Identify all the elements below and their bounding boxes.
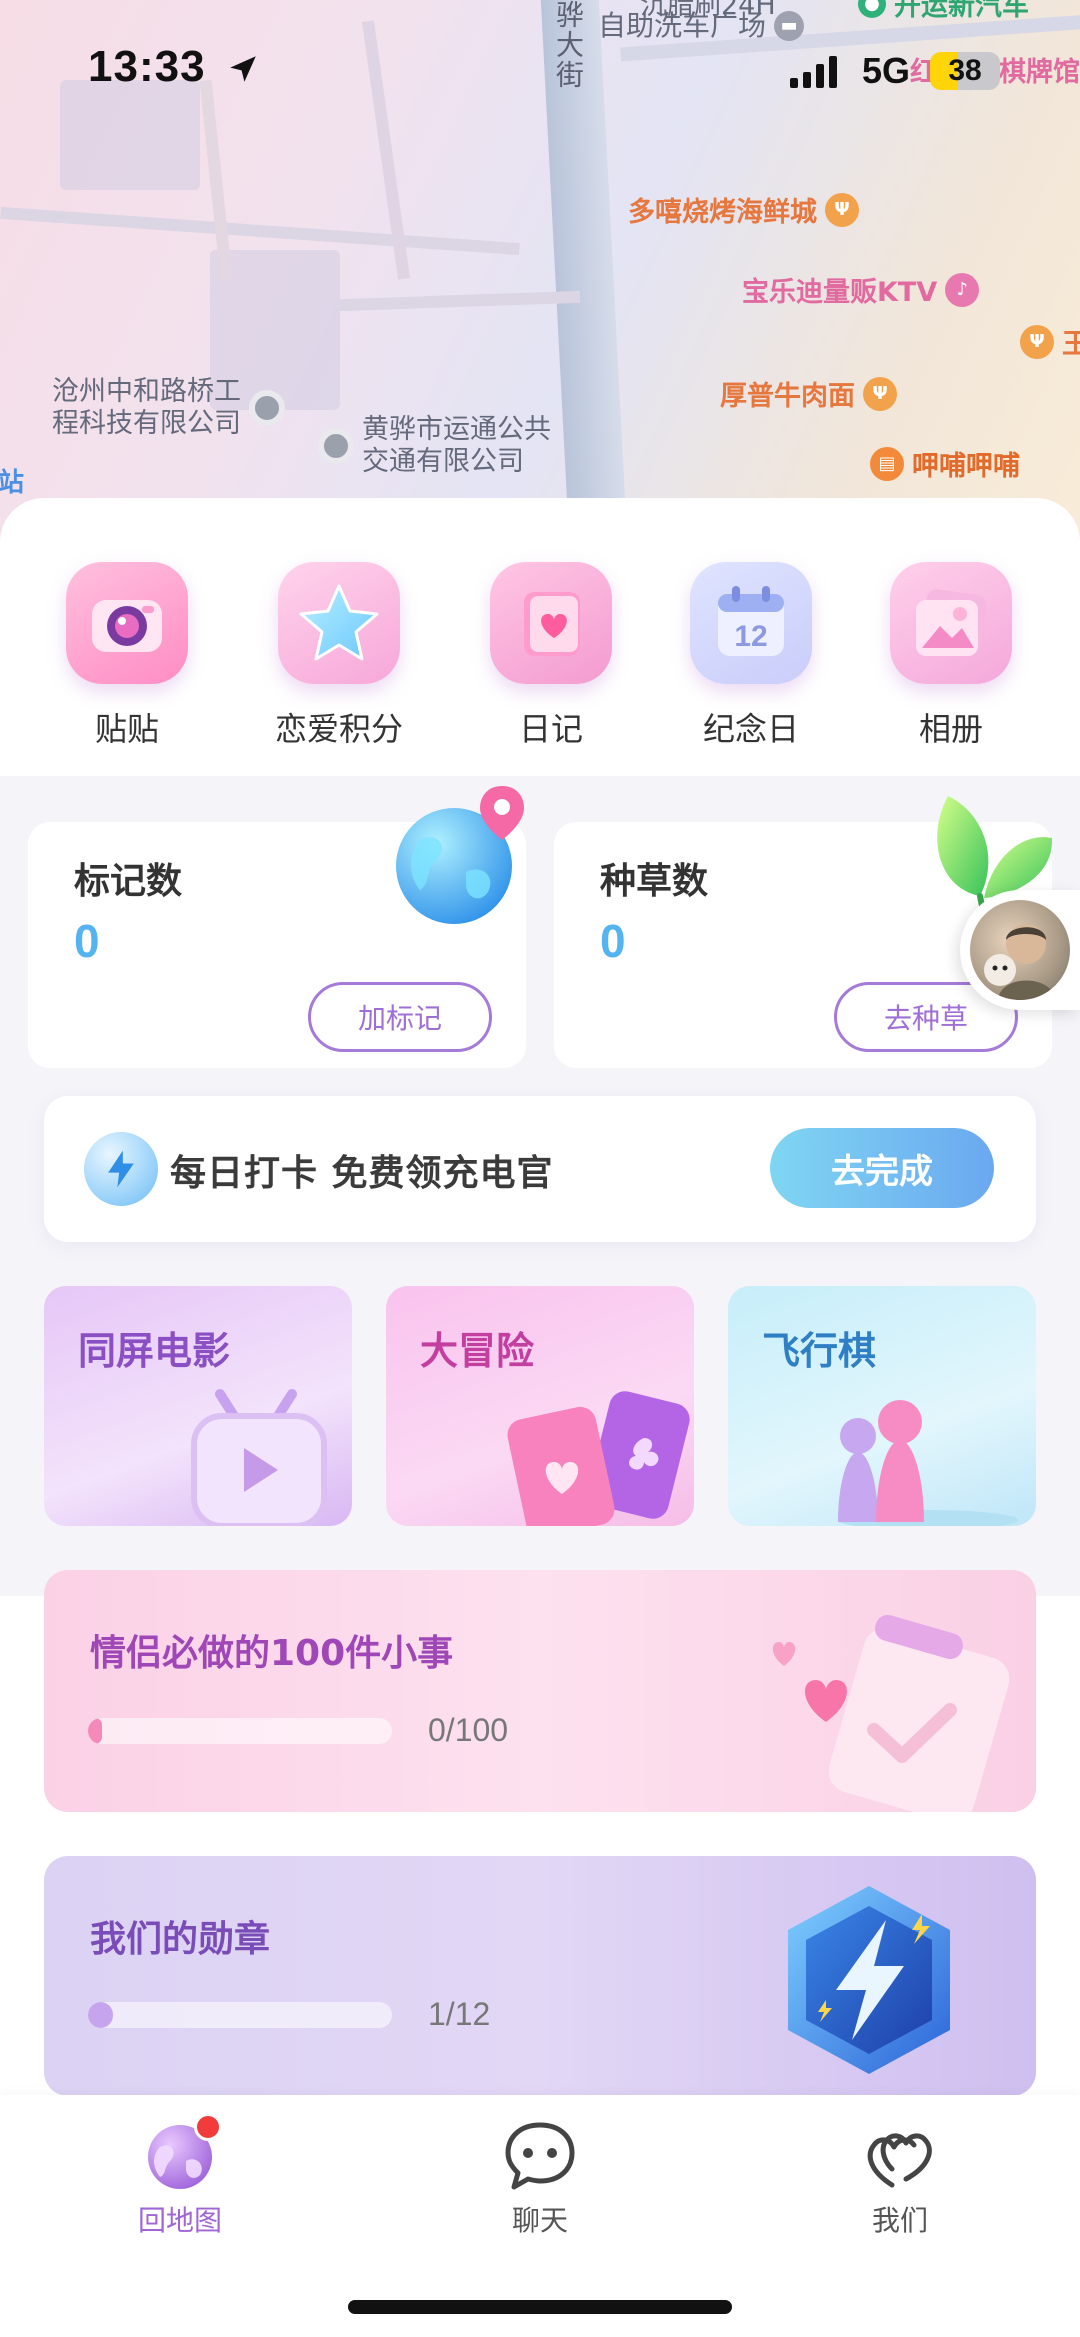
quick-action-album[interactable]: 相册 bbox=[861, 562, 1041, 750]
cards-icon bbox=[507, 1391, 690, 1526]
plants-count: 0 bbox=[600, 915, 626, 967]
tab-us[interactable]: 我们 bbox=[800, 2117, 1000, 2239]
game-title: 飞行棋 bbox=[762, 1329, 877, 1373]
medals-progress-fill bbox=[88, 2002, 114, 2028]
quick-action-tietie[interactable]: 贴贴 bbox=[37, 562, 217, 750]
cellular-signal-icon bbox=[790, 54, 837, 88]
poi-label: 黄骅市运通公共 bbox=[362, 414, 551, 445]
microphone-icon: ♪ bbox=[945, 272, 980, 307]
poi-label: 王 bbox=[1062, 329, 1080, 360]
restaurant-icon: Ψ bbox=[1020, 324, 1054, 359]
quick-action-diary[interactable]: 日记 bbox=[461, 562, 641, 750]
calendar-icon: 12 bbox=[690, 562, 812, 684]
map-poi-bbq[interactable]: 多嘻烧烤海鲜城 Ψ bbox=[628, 190, 859, 229]
map-poi-company2[interactable]: 黄骅市运通公共 交通有限公司 bbox=[318, 414, 551, 478]
food-icon: ▤ bbox=[870, 446, 904, 481]
medals-title: 我们的勋章 bbox=[90, 1919, 271, 1960]
planet-icon bbox=[142, 2113, 222, 2193]
star-icon bbox=[278, 562, 400, 684]
restaurant-icon: Ψ bbox=[863, 376, 897, 411]
album-icon bbox=[890, 562, 1012, 684]
tab-label: 我们 bbox=[871, 2204, 928, 2237]
chess-pieces-icon bbox=[838, 1400, 1018, 1526]
poi-label: 厚普牛肉面 bbox=[720, 381, 855, 412]
plants-title: 种草数 bbox=[600, 861, 709, 902]
map-poi-right-edge[interactable]: Ψ 王 bbox=[1020, 322, 1080, 361]
tv-play-icon bbox=[191, 1389, 327, 1526]
globe-pin-icon bbox=[396, 786, 524, 924]
calendar-day: 12 bbox=[734, 620, 767, 653]
marks-card: 标记数 0 加标记 bbox=[28, 786, 526, 1068]
company-pin-icon bbox=[318, 428, 354, 464]
game-title: 同屏电影 bbox=[78, 1329, 231, 1373]
notification-badge bbox=[194, 2113, 222, 2141]
floating-avatar[interactable] bbox=[960, 890, 1080, 1010]
diary-icon bbox=[490, 562, 612, 684]
company-pin-icon bbox=[249, 390, 285, 426]
status-bar: 13:33 5G 38 bbox=[0, 0, 1080, 140]
map-poi-beef[interactable]: 厚普牛肉面 Ψ bbox=[720, 374, 897, 413]
medals-progress-text: 1/12 bbox=[428, 1996, 491, 2032]
restaurant-icon: Ψ bbox=[825, 192, 859, 227]
status-time: 13:33 bbox=[88, 42, 206, 91]
couple-medals-card[interactable]: 我们的勋章 1/12 bbox=[44, 1856, 1036, 2096]
medal-badge-icon bbox=[788, 1886, 950, 2074]
poi-label: 程科技有限公司 bbox=[52, 408, 241, 439]
marks-title: 标记数 bbox=[74, 861, 183, 902]
poi-label: 多嘻烧烤海鲜城 bbox=[628, 197, 817, 228]
home-indicator[interactable] bbox=[348, 2300, 732, 2314]
map-road bbox=[0, 206, 520, 256]
lightning-icon bbox=[84, 1132, 158, 1206]
poi-label: 宝乐迪量贩KTV bbox=[742, 277, 938, 308]
map-poi-company1[interactable]: 沧州中和路桥工 程科技有限公司 bbox=[52, 376, 285, 440]
quick-action-anniversary[interactable]: 12 纪念日 bbox=[661, 562, 841, 750]
bottom-sheet: 贴贴 恋爱积分 日记 12 纪念日 相册 标记数 0 加标记 种草数 0 去种草… bbox=[0, 498, 1080, 2098]
quick-action-label: 纪念日 bbox=[702, 710, 799, 748]
clipboard-check-icon bbox=[772, 1614, 1010, 1812]
quick-action-label: 恋爱积分 bbox=[274, 710, 403, 748]
add-mark-button[interactable]: 加标记 bbox=[308, 982, 492, 1052]
avatar bbox=[970, 900, 1070, 1000]
todo-progress-bar bbox=[88, 1718, 392, 1744]
battery-icon: 38 bbox=[930, 52, 1000, 90]
game-card-ludo[interactable]: 飞行棋 bbox=[728, 1286, 1036, 1526]
marks-count: 0 bbox=[74, 915, 100, 967]
map-poi-hula[interactable]: ▤ 呷哺呷哺 bbox=[870, 444, 1020, 483]
medals-progress-bar bbox=[88, 2002, 392, 2028]
tab-back-to-map[interactable]: 回地图 bbox=[80, 2113, 280, 2239]
daily-checkin-banner: 每日打卡 免费领充电官 去完成 bbox=[44, 1096, 1036, 1242]
hearts-icon bbox=[862, 2117, 938, 2193]
checkin-text: 每日打卡 免费领充电官 bbox=[170, 1153, 554, 1194]
map-poi-left-edge: 站 bbox=[0, 468, 25, 498]
network-type: 5G bbox=[862, 50, 911, 91]
map-road bbox=[339, 290, 581, 312]
battery-level: 38 bbox=[948, 54, 982, 87]
location-arrow-icon bbox=[230, 56, 256, 82]
todo-progress-text: 0/100 bbox=[428, 1712, 509, 1748]
game-card-movie[interactable]: 同屏电影 bbox=[44, 1286, 352, 1526]
camera-icon bbox=[66, 562, 188, 684]
quick-action-love-points[interactable]: 恋爱积分 bbox=[249, 562, 429, 750]
tab-label: 回地图 bbox=[137, 2204, 222, 2237]
game-title: 大冒险 bbox=[420, 1329, 535, 1373]
tab-label: 聊天 bbox=[511, 2204, 568, 2237]
poi-label: 呷哺呷哺 bbox=[912, 451, 1020, 482]
complete-checkin-button[interactable]: 去完成 bbox=[770, 1128, 994, 1208]
quick-actions: 贴贴 恋爱积分 日记 12 纪念日 相册 bbox=[0, 498, 1080, 776]
poi-label: 交通有限公司 bbox=[362, 446, 524, 477]
poi-label: 沧州中和路桥工 bbox=[52, 376, 241, 407]
todo-progress-fill bbox=[88, 1718, 102, 1744]
tab-chat[interactable]: 聊天 bbox=[440, 2117, 640, 2239]
quick-action-label: 相册 bbox=[918, 710, 983, 748]
couple-todo-card[interactable]: 情侣必做的100件小事 0/100 bbox=[44, 1570, 1036, 1812]
map-poi-ktv[interactable]: 宝乐迪量贩KTV ♪ bbox=[742, 270, 980, 309]
quick-action-label: 贴贴 bbox=[94, 710, 159, 748]
game-card-adventure[interactable]: 大冒险 bbox=[386, 1286, 694, 1526]
quick-action-label: 日记 bbox=[518, 710, 583, 748]
chat-bubble-icon bbox=[502, 2117, 578, 2193]
todo-title: 情侣必做的100件小事 bbox=[90, 1633, 454, 1674]
